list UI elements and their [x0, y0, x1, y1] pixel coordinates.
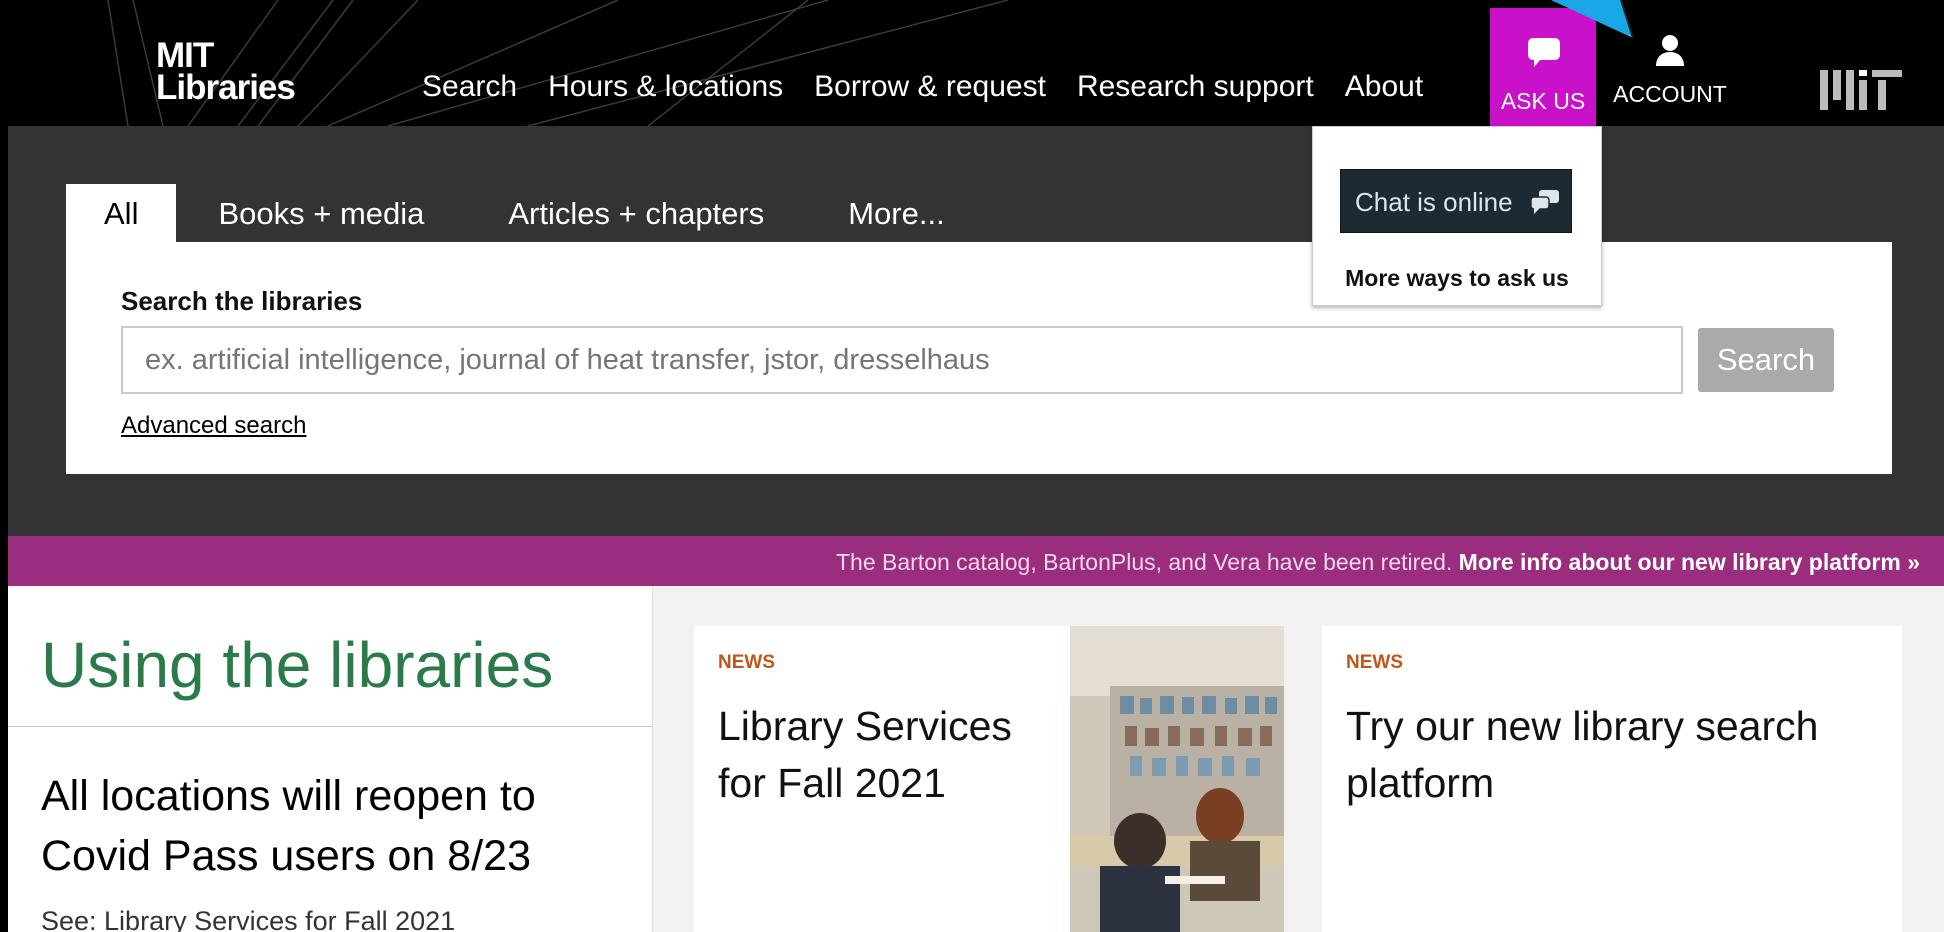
chat-bubble-icon [1528, 38, 1560, 67]
chat-bubbles-icon [1531, 190, 1559, 214]
reopen-notice[interactable]: All locations will reopen to Covid Pass … [41, 766, 621, 886]
account-label: ACCOUNT [1613, 81, 1727, 107]
chat-online-button[interactable]: Chat is online [1340, 169, 1572, 233]
account-button[interactable]: ACCOUNT [1610, 34, 1730, 108]
news-card[interactable]: NEWS Try our new library search platform [1322, 626, 1902, 932]
search-panel: Search the libraries Search Advanced sea… [66, 242, 1892, 474]
nav-research-support[interactable]: Research support [1077, 70, 1314, 104]
news-title[interactable]: Try our new library search platform [1346, 698, 1866, 812]
ask-us-dropdown: Chat is online More ways to ask us [1312, 126, 1602, 306]
news-tag: NEWS [718, 652, 775, 673]
section-heading: Using the libraries [41, 629, 554, 701]
search-tabs: All Books + media Articles + chapters Mo… [66, 184, 987, 242]
nav-borrow-request[interactable]: Borrow & request [814, 70, 1046, 104]
tab-books-media[interactable]: Books + media [176, 184, 466, 242]
advanced-search-link[interactable]: Advanced search [121, 412, 306, 440]
nav-hours-locations[interactable]: Hours & locations [548, 70, 783, 104]
news-tag: NEWS [1346, 652, 1403, 673]
nav-search[interactable]: Search [422, 70, 517, 104]
news-card[interactable]: NEWS Library Services for Fall 2021 [694, 626, 1284, 932]
logo-line-2: Libraries [156, 68, 296, 108]
see-link[interactable]: See: Library Services for Fall 2021 [41, 906, 455, 932]
chat-online-label: Chat is online [1355, 187, 1513, 217]
tab-all[interactable]: All [66, 184, 177, 242]
search-label: Search the libraries [121, 286, 363, 316]
mit-logo[interactable] [1820, 68, 1902, 112]
search-input[interactable] [121, 326, 1683, 394]
using-libraries-panel: Using the libraries All locations will r… [8, 586, 653, 932]
search-hero: All Books + media Articles + chapters Mo… [8, 126, 1944, 536]
library-photo [1070, 626, 1284, 932]
page: MIT Libraries Search Hours & locations B… [8, 0, 1944, 932]
tab-more[interactable]: More... [806, 184, 986, 242]
tooltip-pointer [1551, 0, 1634, 39]
news-title[interactable]: Library Services for Fall 2021 [718, 698, 1048, 812]
user-icon [1656, 35, 1684, 66]
more-ways-link[interactable]: More ways to ask us [1313, 265, 1601, 292]
alert-link[interactable]: More info about our new library platform… [1459, 549, 1920, 575]
alert-text: The Barton catalog, BartonPlus, and Vera… [835, 549, 1453, 575]
main-nav: Search Hours & locations Borrow & reques… [422, 70, 1454, 104]
divider [8, 726, 653, 727]
mit-libraries-logo[interactable]: MIT Libraries [156, 38, 296, 108]
search-button[interactable]: Search [1698, 328, 1834, 392]
alert-banner: The Barton catalog, BartonPlus, and Vera… [8, 536, 1944, 586]
nav-about[interactable]: About [1345, 70, 1423, 104]
ask-us-label: ASK US [1500, 88, 1586, 114]
site-header: MIT Libraries Search Hours & locations B… [8, 0, 1944, 126]
tab-articles-chapters[interactable]: Articles + chapters [466, 184, 806, 242]
main-content: Using the libraries All locations will r… [8, 586, 1944, 932]
